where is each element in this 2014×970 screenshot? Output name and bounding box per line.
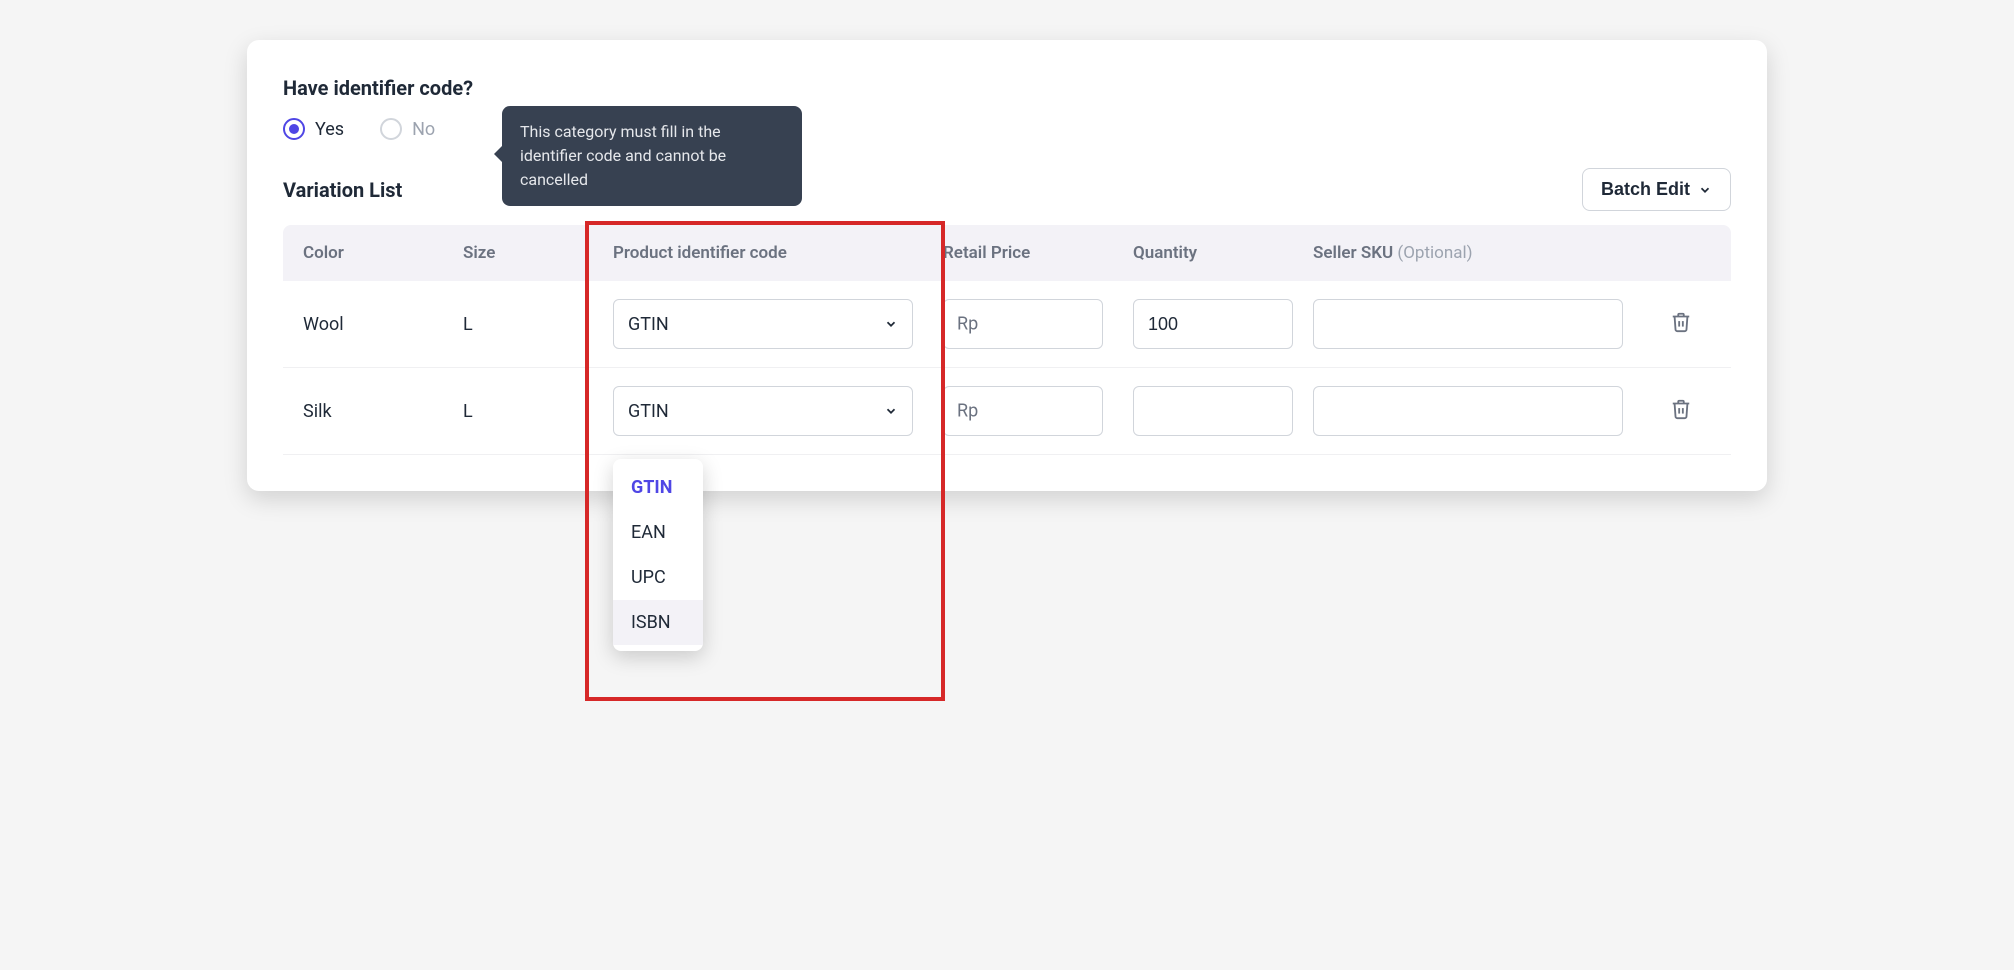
table-row: Silk L GTIN Rp: [283, 368, 1731, 455]
identifier-option-ean[interactable]: EAN: [613, 510, 703, 555]
table-row: Wool L GTIN Rp: [283, 281, 1731, 368]
radio-icon: [380, 118, 402, 140]
cell-size: L: [463, 401, 613, 422]
identifier-type-dropdown: GTIN EAN UPC ISBN: [613, 459, 703, 651]
header-seller-sku-text: Seller SKU: [1313, 243, 1393, 263]
cell-color: Wool: [303, 314, 463, 335]
delete-row-button[interactable]: [1670, 311, 1692, 337]
cell-color: Silk: [303, 401, 463, 422]
trash-icon: [1670, 398, 1692, 420]
header-retail-price: Retail Price: [943, 243, 1133, 263]
header-color: Color: [303, 243, 463, 263]
variation-list-title: Variation List: [283, 178, 402, 202]
identifier-no-radio[interactable]: No: [380, 118, 435, 140]
identifier-no-label: No: [412, 119, 435, 140]
product-variation-card: Have identifier code? Yes No This catego…: [247, 40, 1767, 491]
cell-size: L: [463, 314, 613, 335]
identifier-option-isbn[interactable]: ISBN: [613, 600, 703, 645]
identifier-yes-label: Yes: [315, 119, 344, 140]
chevron-down-icon: [884, 317, 898, 331]
identifier-type-select[interactable]: GTIN: [613, 299, 913, 349]
radio-icon: [283, 118, 305, 140]
currency-prefix: Rp: [957, 314, 978, 335]
seller-sku-input[interactable]: [1313, 299, 1623, 349]
identifier-radio-group: Yes No: [283, 118, 1731, 140]
batch-edit-button[interactable]: Batch Edit: [1582, 168, 1731, 211]
batch-edit-label: Batch Edit: [1601, 179, 1690, 200]
delete-row-button[interactable]: [1670, 398, 1692, 424]
identifier-tooltip: This category must fill in the identifie…: [502, 106, 802, 206]
identifier-type-value: GTIN: [628, 314, 669, 335]
chevron-down-icon: [1698, 183, 1712, 197]
table-header-row: Color Size Product identifier code Retai…: [283, 225, 1731, 281]
currency-prefix: Rp: [957, 401, 978, 422]
header-size: Size: [463, 243, 613, 263]
variation-list-header-row: Variation List Batch Edit: [283, 168, 1731, 211]
chevron-down-icon: [884, 404, 898, 418]
quantity-input[interactable]: [1133, 299, 1293, 349]
header-quantity: Quantity: [1133, 243, 1313, 263]
seller-sku-input[interactable]: [1313, 386, 1623, 436]
header-optional-text: (Optional): [1397, 243, 1472, 263]
identifier-question: Have identifier code?: [283, 76, 1731, 100]
identifier-type-value: GTIN: [628, 401, 669, 422]
header-seller-sku: Seller SKU (Optional): [1313, 243, 1651, 263]
variation-table: Color Size Product identifier code Retai…: [283, 225, 1731, 455]
header-product-identifier: Product identifier code: [613, 243, 943, 263]
quantity-input[interactable]: [1133, 386, 1293, 436]
identifier-type-select[interactable]: GTIN: [613, 386, 913, 436]
identifier-option-upc[interactable]: UPC: [613, 555, 703, 600]
identifier-yes-radio[interactable]: Yes: [283, 118, 344, 140]
identifier-option-gtin[interactable]: GTIN: [613, 465, 703, 510]
trash-icon: [1670, 311, 1692, 333]
